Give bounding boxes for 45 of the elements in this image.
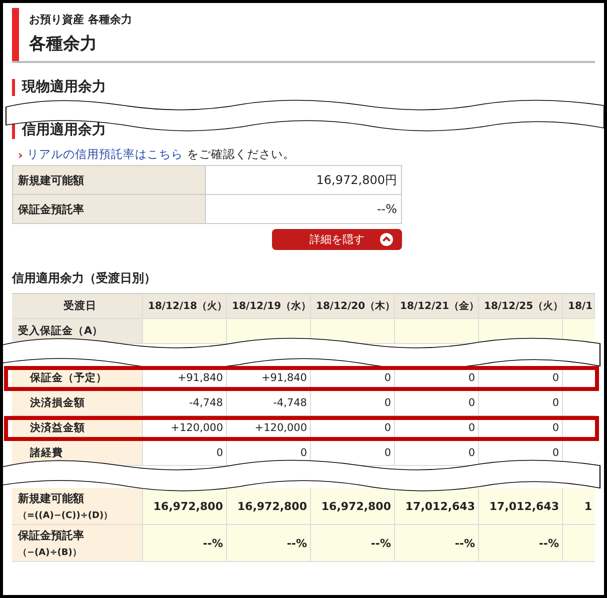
- table-cell: 16,972,800: [143, 488, 227, 525]
- table-cell: 0: [395, 391, 479, 416]
- table-cell: --%: [227, 525, 311, 562]
- table-cell: --%: [311, 525, 395, 562]
- column-header: 18/12/25（火）: [479, 294, 563, 319]
- table-cell: 0: [395, 441, 479, 466]
- column-header: 18/12/21（金）: [395, 294, 479, 319]
- page-title: 各種余力: [29, 33, 98, 55]
- column-header: 18/12/20（木）: [311, 294, 395, 319]
- table-cell: -4,748: [143, 391, 227, 416]
- table-cell: 0: [479, 391, 563, 416]
- row-label: 新規建可能額: [18, 490, 84, 506]
- section-heading: 信用適用余力: [12, 122, 595, 139]
- collapse-icon: [380, 233, 393, 246]
- table-cell: --%: [143, 525, 227, 562]
- hide-details-button[interactable]: 詳細を隠す: [272, 229, 402, 250]
- summary-label: 新規建可能額: [13, 166, 206, 195]
- notice-text: をご確認ください。: [186, 147, 295, 162]
- column-header: 18/12/18（火）: [143, 294, 227, 319]
- chevron-icon: ›: [18, 148, 23, 162]
- table-cell: 1: [563, 488, 595, 525]
- breadcrumb: お預り資産 各種余力: [29, 12, 132, 27]
- table-cell: --%: [395, 525, 479, 562]
- column-header: 18/1: [563, 294, 595, 319]
- summary-label: 保証金預託率: [13, 195, 206, 224]
- table-cell: --%: [479, 525, 563, 562]
- summary-value: --%: [206, 195, 401, 224]
- accent-bar: [12, 8, 19, 61]
- table-title: 信用適用余力（受渡日別）: [12, 270, 157, 287]
- section-heading: 現物適用余力: [12, 79, 595, 96]
- summary-value: 16,972,800円: [206, 166, 401, 195]
- rate-link[interactable]: リアルの信用預託率はこちら: [26, 147, 183, 162]
- table-cell: 16,972,800: [311, 488, 395, 525]
- formula-text: （−(A)÷(B)）: [18, 546, 82, 558]
- row-label: 決済損金額: [12, 391, 143, 416]
- table-cell: 0: [143, 441, 227, 466]
- table-cell: -4,748: [227, 391, 311, 416]
- row-label: 保証金預託率: [18, 528, 84, 542]
- column-header: 18/12/19（水）: [227, 294, 311, 319]
- table-cell: 16,972,800: [227, 488, 311, 525]
- table-cell: 17,012,643: [479, 488, 563, 525]
- column-header: 受渡日: [12, 294, 143, 319]
- table-cell: 17,012,643: [395, 488, 479, 525]
- table-cell: 0: [311, 391, 395, 416]
- formula-text: （=((A)−(C))÷(D)）: [18, 510, 113, 522]
